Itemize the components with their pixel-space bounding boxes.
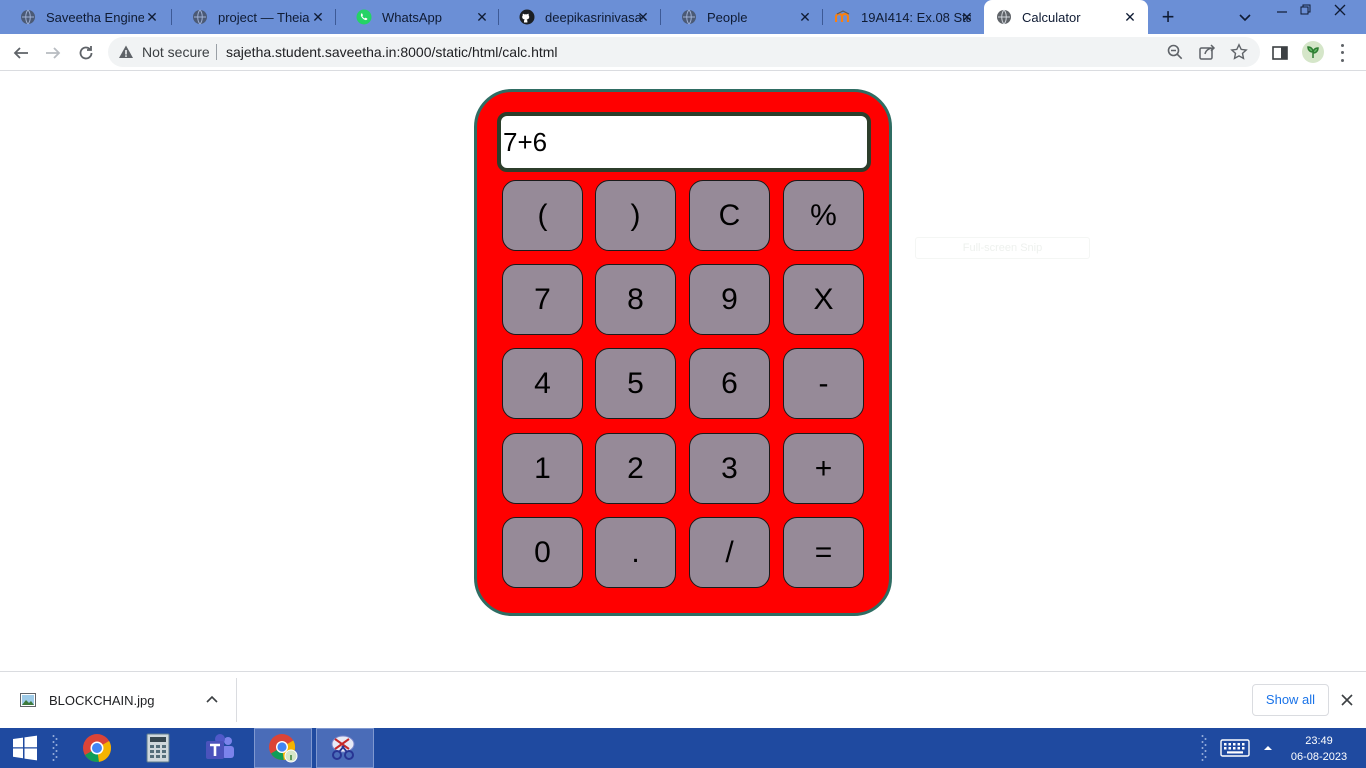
touch-keyboard-icon[interactable] bbox=[1214, 728, 1256, 768]
windows-taskbar: 23:49 06-08-2023 bbox=[0, 728, 1366, 768]
key-8[interactable]: 8 bbox=[595, 264, 676, 335]
tab-close-icon[interactable]: ✕ bbox=[144, 9, 160, 25]
tab-github[interactable]: deepikasrinivasan ✕ bbox=[499, 0, 659, 34]
tab-title: People bbox=[707, 9, 748, 25]
system-clock[interactable]: 23:49 06-08-2023 bbox=[1280, 733, 1358, 765]
chevron-up-icon[interactable] bbox=[204, 692, 220, 708]
key-open-paren[interactable]: ( bbox=[502, 180, 583, 251]
warning-icon[interactable] bbox=[118, 44, 134, 60]
forward-arrow-icon bbox=[46, 47, 61, 59]
browser-toolbar: Not secure sajetha.student.saveetha.in:8… bbox=[0, 34, 1366, 71]
chrome-profile-icon[interactable] bbox=[254, 728, 312, 768]
key-5[interactable]: 5 bbox=[595, 348, 676, 419]
restore-button[interactable] bbox=[1292, 0, 1320, 20]
tab-whatsapp[interactable]: WhatsApp ✕ bbox=[336, 0, 498, 34]
snip-overlay-label: Full-screen Snip bbox=[915, 237, 1090, 259]
tray-grip bbox=[1198, 728, 1210, 768]
globe-icon bbox=[681, 9, 697, 25]
key-plus[interactable]: + bbox=[783, 433, 864, 504]
key-percent[interactable]: % bbox=[783, 180, 864, 251]
globe-icon bbox=[192, 9, 208, 25]
tab-close-icon[interactable]: ✕ bbox=[635, 9, 651, 25]
new-tab-button[interactable]: + bbox=[1156, 5, 1180, 29]
bookmark-star-icon[interactable] bbox=[1230, 43, 1248, 61]
key-6[interactable]: 6 bbox=[689, 348, 770, 419]
globe-icon bbox=[20, 9, 36, 25]
address-bar[interactable]: Not secure sajetha.student.saveetha.in:8… bbox=[108, 37, 1260, 67]
avatar bbox=[1307, 46, 1319, 58]
show-hidden-icons-chevron-icon[interactable] bbox=[1258, 728, 1278, 768]
key-1[interactable]: 1 bbox=[502, 433, 583, 504]
tab-search-chevron-icon[interactable] bbox=[1236, 8, 1254, 26]
back-arrow-icon bbox=[13, 47, 28, 59]
more-menu-icon[interactable] bbox=[1334, 42, 1350, 64]
reload-icon bbox=[79, 46, 93, 60]
tab-title: deepikasrinivasan bbox=[545, 9, 643, 25]
key-clear[interactable]: C bbox=[689, 180, 770, 251]
chrome-icon[interactable] bbox=[68, 728, 126, 768]
tab-title: WhatsApp bbox=[382, 9, 442, 25]
key-4[interactable]: 4 bbox=[502, 348, 583, 419]
globe-icon bbox=[996, 9, 1012, 25]
calculator-display[interactable]: 7+6 bbox=[497, 112, 871, 172]
tab-close-icon[interactable]: ✕ bbox=[797, 9, 813, 25]
side-panel-icon[interactable] bbox=[1270, 43, 1290, 63]
teams-icon[interactable] bbox=[191, 728, 249, 768]
tab-title: 19AI414: Ex.08 Sta bbox=[861, 9, 971, 25]
key-9[interactable]: 9 bbox=[689, 264, 770, 335]
start-button[interactable] bbox=[0, 728, 50, 768]
key-0[interactable]: 0 bbox=[502, 517, 583, 588]
tab-strip: Saveetha Engineer ✕ project — Theia M ✕ … bbox=[0, 0, 1366, 34]
clock-date: 06-08-2023 bbox=[1290, 751, 1348, 763]
image-file-icon bbox=[20, 693, 36, 707]
tab-close-icon[interactable]: ✕ bbox=[1122, 9, 1138, 25]
profile-avatar[interactable] bbox=[1302, 41, 1324, 63]
tab-title: Calculator bbox=[1022, 9, 1081, 25]
clock-time: 23:49 bbox=[1305, 735, 1333, 747]
github-icon bbox=[519, 9, 535, 25]
taskbar-search-grip[interactable] bbox=[48, 728, 62, 768]
security-status-label[interactable]: Not secure bbox=[142, 44, 210, 60]
download-file-name[interactable]: BLOCKCHAIN.jpg bbox=[49, 693, 154, 708]
page-content: 7+6 ( ) C % 7 8 9 X 4 5 6 - 1 2 3 + 0 . … bbox=[0, 71, 1366, 671]
show-all-button[interactable]: Show all bbox=[1252, 684, 1329, 716]
reload-button[interactable] bbox=[75, 42, 97, 64]
whatsapp-icon bbox=[356, 9, 372, 25]
download-bar: BLOCKCHAIN.jpg Show all bbox=[0, 671, 1366, 728]
snipping-tool-icon[interactable] bbox=[316, 728, 374, 768]
key-equals[interactable]: = bbox=[783, 517, 864, 588]
tab-people[interactable]: People ✕ bbox=[661, 0, 821, 34]
tab-title: Saveetha Engineer bbox=[46, 9, 144, 25]
tab-saveetha[interactable]: Saveetha Engineer ✕ bbox=[0, 0, 168, 34]
close-window-button[interactable] bbox=[1326, 0, 1354, 20]
address-divider bbox=[216, 44, 217, 60]
forward-button[interactable] bbox=[42, 42, 64, 64]
key-divide[interactable]: / bbox=[689, 517, 770, 588]
tab-close-icon[interactable]: ✕ bbox=[310, 9, 326, 25]
download-divider bbox=[236, 678, 237, 722]
tab-project-theia[interactable]: project — Theia M ✕ bbox=[172, 0, 334, 34]
tab-19ai414[interactable]: 19AI414: Ex.08 Sta ✕ bbox=[823, 0, 983, 34]
key-2[interactable]: 2 bbox=[595, 433, 676, 504]
share-icon[interactable] bbox=[1198, 43, 1216, 61]
zoom-icon[interactable] bbox=[1166, 43, 1184, 61]
key-7[interactable]: 7 bbox=[502, 264, 583, 335]
key-close-paren[interactable]: ) bbox=[595, 180, 676, 251]
windows-logo-icon bbox=[13, 735, 37, 761]
key-minus[interactable]: - bbox=[783, 348, 864, 419]
calculator: 7+6 ( ) C % 7 8 9 X 4 5 6 - 1 2 3 + 0 . … bbox=[474, 89, 892, 616]
tab-close-icon[interactable]: ✕ bbox=[959, 9, 975, 25]
back-button[interactable] bbox=[10, 42, 32, 64]
tab-title: project — Theia M bbox=[218, 9, 314, 25]
key-3[interactable]: 3 bbox=[689, 433, 770, 504]
tab-calculator[interactable]: Calculator ✕ bbox=[984, 0, 1148, 34]
close-icon[interactable] bbox=[1338, 691, 1356, 709]
calculator-icon[interactable] bbox=[129, 728, 187, 768]
key-decimal[interactable]: . bbox=[595, 517, 676, 588]
url-text[interactable]: sajetha.student.saveetha.in:8000/static/… bbox=[226, 44, 558, 60]
moodle-icon bbox=[835, 9, 851, 25]
key-multiply[interactable]: X bbox=[783, 264, 864, 335]
tab-close-icon[interactable]: ✕ bbox=[474, 9, 490, 25]
